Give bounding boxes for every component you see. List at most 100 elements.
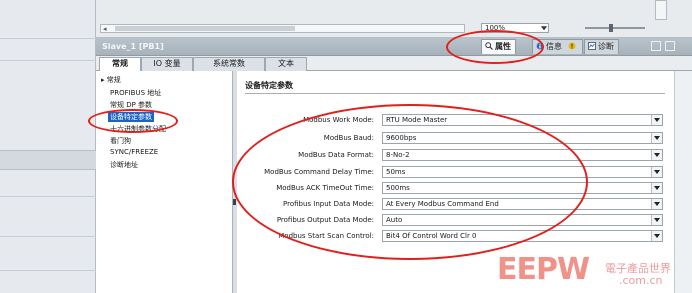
chevron-down-icon[interactable]: [651, 199, 662, 209]
zoom-slider-knob[interactable]: [609, 24, 613, 32]
chevron-down-icon[interactable]: [651, 133, 662, 143]
chevron-down-icon[interactable]: [651, 215, 662, 225]
diagnostics-icon: [588, 42, 596, 50]
param-row: Profibus Output Data Mode: Auto: [237, 214, 667, 227]
param-row: ModBus ACK TimeOut Time: 500ms: [237, 182, 667, 195]
scroll-left-icon[interactable]: ◂: [103, 25, 107, 33]
chevron-down-icon: [541, 26, 547, 31]
window-float-button[interactable]: [651, 41, 661, 51]
param-label: Profibus Input Data Mode:: [283, 200, 374, 208]
param-label: Modbus Work Mode:: [303, 116, 374, 124]
rail-divider: [0, 196, 96, 197]
left-rail: [0, 0, 96, 293]
section-divider: [245, 93, 665, 94]
param-value: 8-No-2: [386, 151, 410, 159]
nav-item-label: 十六进制参数分配: [110, 125, 166, 133]
tab-properties-label: 属性: [495, 42, 511, 51]
tab-io-tags-label: IO 变量: [153, 59, 181, 68]
param-value: 9600bps: [386, 134, 417, 142]
param-select[interactable]: 8-No-2: [382, 149, 663, 161]
tab-diagnostics[interactable]: 诊断: [584, 39, 619, 54]
window-minimize-button[interactable]: [665, 41, 675, 51]
nav-item-general-dp-params[interactable]: 常规 DP 参数: [110, 100, 152, 110]
scroll-thumb[interactable]: [115, 26, 295, 31]
tab-texts[interactable]: 文本: [265, 57, 307, 71]
param-select[interactable]: 9600bps: [382, 132, 663, 144]
chevron-down-icon[interactable]: [651, 150, 662, 160]
tab-general[interactable]: 常规: [99, 57, 141, 72]
param-value: 500ms: [386, 184, 410, 192]
nav-item-label: 看门狗: [110, 137, 131, 145]
zoom-slider[interactable]: [585, 24, 645, 32]
zoom-select[interactable]: 100%: [481, 23, 549, 33]
inspector-title-bar: Slave_1 [PB1] 属性 信息 诊断: [96, 38, 692, 56]
window-maximize-button[interactable]: [679, 41, 689, 51]
param-row: ModBus Data Format: 8-No-2: [237, 149, 667, 162]
nav-item-watchdog[interactable]: 看门狗: [110, 136, 131, 146]
param-row: Profibus Input Data Mode: At Every Modbu…: [237, 198, 667, 211]
nav-item-label: SYNC/FREEZE: [110, 148, 159, 156]
tab-properties[interactable]: 属性: [481, 39, 516, 54]
param-label: ModBus Data Format:: [298, 151, 374, 159]
properties-icon: [485, 42, 493, 50]
param-row: ModBus Command Delay Time: 50ms: [237, 166, 667, 179]
param-select[interactable]: At Every Modbus Command End: [382, 198, 663, 210]
watermark-url: .com.cn: [619, 274, 663, 287]
nav-item-label: PROFIBUS 地址: [110, 89, 162, 97]
param-label: ModBus ACK TimeOut Time:: [276, 184, 374, 192]
nav-item-label: 常规 DP 参数: [110, 101, 153, 109]
vertical-scrollbar[interactable]: [655, 0, 667, 20]
tab-general-label: 常规: [112, 59, 128, 68]
rail-divider: [0, 270, 96, 271]
param-value: Auto: [386, 216, 403, 224]
section-title: 设备特定参数: [245, 81, 293, 90]
rail-band: [0, 150, 96, 170]
param-row: Modbus Start Scan Control: Bit4 Of Contr…: [237, 230, 667, 243]
nav-item-label: 常规: [106, 76, 121, 84]
splitter-grip-icon[interactable]: [233, 199, 236, 205]
navigation-tree: ▸ 常规 PROFIBUS 地址 常规 DP 参数 设备特定参数 十六进制参数分…: [96, 71, 233, 293]
property-tabs: 常规 IO 变量 系统常数 文本: [96, 56, 692, 72]
nav-item-label: 设备特定参数: [110, 113, 152, 121]
nav-item-profibus-address[interactable]: PROFIBUS 地址: [110, 88, 161, 98]
param-select[interactable]: RTU Mode Master: [382, 114, 663, 126]
watermark: EEPW 電子產品世界 .com.cn: [497, 252, 687, 292]
info-icon: [536, 42, 544, 50]
param-value: Bit4 Of Control Word Clr 0: [386, 232, 477, 240]
expand-arrow-icon[interactable]: ▸: [101, 76, 105, 84]
param-label: Modbus Start Scan Control:: [278, 232, 374, 240]
param-select[interactable]: 500ms: [382, 182, 663, 194]
nav-item-device-specific-params[interactable]: 设备特定参数: [108, 112, 154, 122]
chevron-down-icon[interactable]: [651, 183, 662, 193]
param-select[interactable]: Bit4 Of Control Word Clr 0: [382, 230, 663, 242]
param-value: At Every Modbus Command End: [386, 200, 499, 208]
watermark-logo: EEPW: [497, 252, 590, 287]
tab-diagnostics-label: 诊断: [598, 42, 614, 51]
nav-item-label: 诊断地址: [110, 161, 138, 169]
tab-texts-label: 文本: [278, 59, 294, 68]
horizontal-scrollbar[interactable]: ◂: [100, 24, 465, 33]
param-select[interactable]: Auto: [382, 214, 663, 226]
rail-divider: [0, 236, 96, 237]
inspector-title: Slave_1 [PB1]: [102, 42, 164, 51]
param-row: ModBus Baud: 9600bps: [237, 132, 667, 145]
param-value: RTU Mode Master: [386, 116, 448, 124]
tab-io-tags[interactable]: IO 变量: [141, 57, 193, 71]
chevron-down-icon[interactable]: [651, 115, 662, 125]
param-value: 50ms: [386, 168, 406, 176]
chevron-down-icon[interactable]: [651, 167, 662, 177]
chevron-down-icon[interactable]: [651, 231, 662, 241]
warning-icon: [568, 42, 575, 50]
nav-item-diagnostic-address[interactable]: 诊断地址: [110, 160, 138, 170]
param-row: Modbus Work Mode: RTU Mode Master: [237, 114, 667, 127]
nav-item-hex-param-assignment[interactable]: 十六进制参数分配: [110, 124, 166, 134]
rail-divider: [0, 60, 96, 61]
nav-item-general[interactable]: ▸ 常规: [101, 75, 121, 85]
tab-info[interactable]: 信息: [532, 39, 583, 54]
tab-system-constants-label: 系统常数: [213, 59, 245, 68]
param-select[interactable]: 50ms: [382, 166, 663, 178]
zoom-value: 100%: [485, 24, 506, 32]
rail-divider: [0, 38, 96, 39]
tab-system-constants[interactable]: 系统常数: [193, 57, 265, 71]
nav-item-sync-freeze[interactable]: SYNC/FREEZE: [110, 148, 158, 156]
